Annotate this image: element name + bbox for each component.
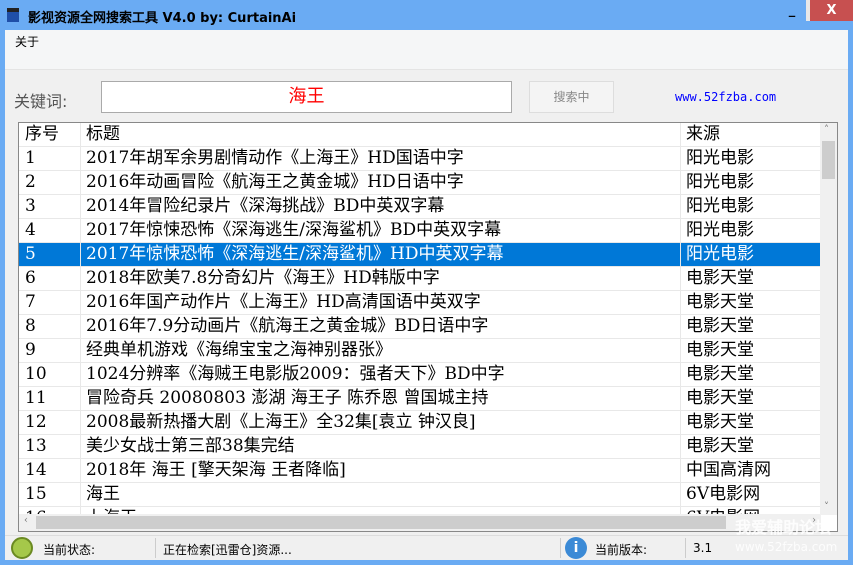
cell-index: 7	[19, 291, 81, 314]
menu-bar: 关于	[5, 30, 848, 70]
cell-index: 3	[19, 195, 81, 218]
cell-title: 海王	[81, 483, 681, 506]
cell-index: 14	[19, 459, 81, 482]
cell-source: 阳光电影	[686, 148, 754, 168]
cell-index: 13	[19, 435, 81, 458]
cell-source: 电影天堂	[686, 364, 754, 384]
vertical-scroll-thumb[interactable]	[822, 141, 835, 179]
site-link[interactable]: www.52fzba.com	[675, 90, 776, 104]
watermark-url: www.52fzba.com	[735, 540, 838, 554]
table-row[interactable]: 1 2017年胡军余男剧情动作《上海王》HD国语中字 阳光电影	[19, 147, 821, 171]
table-row[interactable]: 13 美少女战士第三部38集完结 电影天堂	[19, 435, 821, 459]
table-row[interactable]: 7 2016年国产动作片《上海王》HD高清国语中英双字 电影天堂	[19, 291, 821, 315]
status-text: 正在检索[迅雷仓]资源...	[163, 543, 292, 557]
cell-source: 电影天堂	[686, 388, 754, 408]
cell-index: 12	[19, 411, 81, 434]
cell-source: 6V电影网	[686, 484, 761, 504]
results-table: 序号 标题 来源 1 2017年胡军余男剧情动作《上海王》HD国语中字 阳光电影 2 2…	[18, 122, 838, 532]
table-row[interactable]: 4 2017年惊悚恐怖《深海逃生/深海鲨机》BD中英双字幕 阳光电影	[19, 219, 821, 243]
table-row[interactable]: 2 2016年动画冒险《航海王之黄金城》HD日语中字 阳光电影	[19, 171, 821, 195]
cell-source: 阳光电影	[686, 196, 754, 216]
cell-title: 2018年欧美7.8分奇幻片《海王》HD韩版中字	[81, 267, 681, 290]
version-value: 3.1	[693, 541, 713, 555]
cell-index: 11	[19, 387, 81, 410]
keyword-label: 关键词:	[14, 92, 68, 111]
table-row[interactable]: 12 2008最新热播大剧《上海王》全32集[袁立 钟汉良] 电影天堂	[19, 411, 821, 435]
cell-title: 2017年惊悚恐怖《深海逃生/深海鲨机》HD中英双字幕	[81, 243, 681, 266]
client-area: 关于 关键词: 海王 搜索中 www.52fzba.com 序号 标题 来源 1…	[5, 30, 848, 560]
table-row[interactable]: 10 1024分辨率《海贼王电影版2009：强者天下》BD中字 电影天堂	[19, 363, 821, 387]
title-bar: 影视资源全网搜索工具 V4.0 by: CurtainAi _ ☐ X	[0, 0, 853, 30]
table-row[interactable]: 11 冒险奇兵 20080803 澎湖 海王子 陈乔恩 曾国城主持 电影天堂	[19, 387, 821, 411]
cell-title: 美少女战士第三部38集完结	[81, 435, 681, 458]
cell-title: 2016年7.9分动画片《航海王之黄金城》BD日语中字	[81, 315, 681, 338]
clock-icon	[11, 537, 33, 559]
menu-about[interactable]: 关于	[15, 35, 39, 49]
status-bar: 当前状态: 正在检索[迅雷仓]资源... i 当前版本: 3.1	[5, 535, 848, 560]
scroll-left-icon[interactable]: ‹	[24, 515, 28, 526]
cell-title: 2016年国产动作片《上海王》HD高清国语中英双字	[81, 291, 681, 314]
cell-index: 2	[19, 171, 81, 194]
header-title[interactable]: 标题	[81, 123, 681, 146]
cell-source: 电影天堂	[686, 292, 754, 312]
header-source[interactable]: 来源	[681, 123, 821, 146]
watermark: 我爱辅助论坛	[735, 518, 832, 537]
cell-source: 中国高清网	[686, 460, 771, 480]
cell-title: 2016年动画冒险《航海王之黄金城》HD日语中字	[81, 171, 681, 194]
table-row[interactable]: 6 2018年欧美7.8分奇幻片《海王》HD韩版中字 电影天堂	[19, 267, 821, 291]
status-label: 当前状态:	[43, 543, 96, 557]
cell-index: 5	[19, 243, 81, 266]
cell-title: 2017年惊悚恐怖《深海逃生/深海鲨机》BD中英双字幕	[81, 219, 681, 242]
cell-index: 10	[19, 363, 81, 386]
vertical-scrollbar[interactable]: ˄ ˅	[820, 123, 837, 515]
cell-index: 4	[19, 219, 81, 242]
table-row[interactable]: 3 2014年冒险纪录片《深海挑战》BD中英双字幕 阳光电影	[19, 195, 821, 219]
cell-index: 15	[19, 483, 81, 506]
cell-index: 6	[19, 267, 81, 290]
horizontal-scrollbar[interactable]: ‹ ›	[19, 514, 821, 531]
table-row[interactable]: 5 2017年惊悚恐怖《深海逃生/深海鲨机》HD中英双字幕 阳光电影	[19, 243, 821, 267]
minimize-button[interactable]: _	[780, 0, 804, 21]
app-icon	[7, 8, 19, 22]
cell-index: 8	[19, 315, 81, 338]
cell-source: 阳光电影	[686, 172, 754, 192]
table-row[interactable]: 8 2016年7.9分动画片《航海王之黄金城》BD日语中字 电影天堂	[19, 315, 821, 339]
table-row[interactable]: 14 2018年 海王 [擎天架海 王者降临] 中国高清网	[19, 459, 821, 483]
cell-title: 2018年 海王 [擎天架海 王者降临]	[81, 459, 681, 482]
cell-title: 冒险奇兵 20080803 澎湖 海王子 陈乔恩 曾国城主持	[81, 387, 681, 410]
cell-title: 2008最新热播大剧《上海王》全32集[袁立 钟汉良]	[81, 411, 681, 434]
cell-title: 2017年胡军余男剧情动作《上海王》HD国语中字	[81, 147, 681, 170]
window-title: 影视资源全网搜索工具 V4.0 by: CurtainAi	[28, 11, 297, 26]
search-button[interactable]: 搜索中	[529, 81, 614, 113]
cell-source: 电影天堂	[686, 412, 754, 432]
cell-title: 2014年冒险纪录片《深海挑战》BD中英双字幕	[81, 195, 681, 218]
cell-index: 1	[19, 147, 81, 170]
info-icon: i	[565, 537, 587, 559]
cell-source: 阳光电影	[686, 220, 754, 240]
keyword-input[interactable]: 海王	[101, 81, 512, 113]
scroll-up-icon[interactable]: ˄	[824, 125, 829, 136]
scroll-down-icon[interactable]: ˅	[824, 502, 829, 513]
table-row[interactable]: 15 海王 6V电影网	[19, 483, 821, 507]
cell-source: 阳光电影	[686, 244, 754, 264]
cell-index: 9	[19, 339, 81, 362]
close-button[interactable]: X	[810, 0, 853, 21]
cell-source: 电影天堂	[686, 316, 754, 336]
cell-title: 1024分辨率《海贼王电影版2009：强者天下》BD中字	[81, 363, 681, 386]
cell-source: 电影天堂	[686, 268, 754, 288]
table-row[interactable]: 9 经典单机游戏《海绵宝宝之海神别器张》 电影天堂	[19, 339, 821, 363]
horizontal-scroll-thumb[interactable]	[36, 516, 726, 529]
cell-source: 电影天堂	[686, 436, 754, 456]
header-index[interactable]: 序号	[19, 123, 81, 146]
table-header: 序号 标题 来源	[19, 123, 821, 147]
version-label: 当前版本:	[595, 543, 648, 557]
cell-source: 电影天堂	[686, 340, 754, 360]
cell-title: 经典单机游戏《海绵宝宝之海神别器张》	[81, 339, 681, 362]
